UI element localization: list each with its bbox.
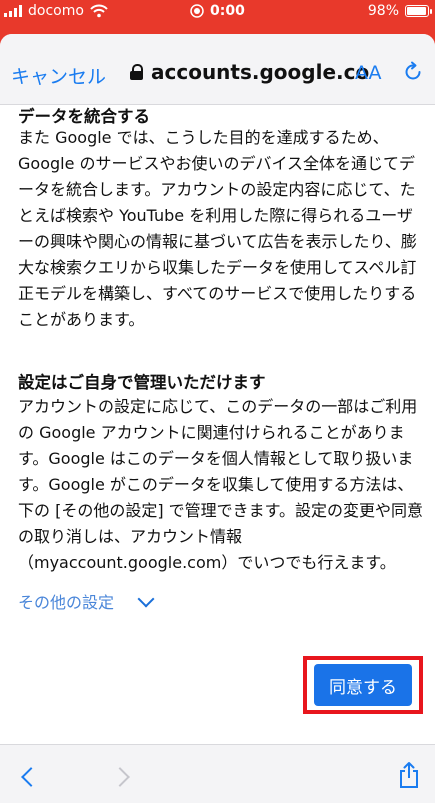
lock-icon <box>130 64 143 80</box>
browser-sheet: キャンセル accounts.google.co AA データを統合する また … <box>0 34 435 803</box>
browser-bottom-bar <box>0 744 435 803</box>
text-size-label: AA <box>355 62 382 84</box>
browser-toolbar: キャンセル accounts.google.co AA <box>0 34 435 105</box>
battery-fill <box>407 7 426 15</box>
section-title: 設定はご自身で管理いただけます <box>18 373 266 392</box>
text-size-button[interactable]: AA <box>355 62 382 84</box>
section-body: また Google では、こうした目的を達成するため、Google のサービスや… <box>18 128 417 329</box>
status-bar: docomo 0:00 98% <box>0 0 435 22</box>
cancel-button[interactable]: キャンセル <box>11 62 106 89</box>
reload-icon[interactable] <box>402 61 424 83</box>
chevron-down-icon <box>137 590 155 608</box>
address-bar[interactable]: accounts.google.co <box>130 60 369 84</box>
carrier-label: docomo <box>28 3 84 19</box>
battery-percent: 98% <box>367 3 399 19</box>
record-icon <box>190 4 204 18</box>
more-settings-link[interactable]: その他の設定 <box>18 589 155 613</box>
section-title: データを統合する <box>18 107 150 126</box>
back-icon[interactable] <box>21 767 41 787</box>
carrier-group: docomo <box>4 3 108 19</box>
forward-icon[interactable] <box>110 767 130 787</box>
agree-button[interactable]: 同意する <box>314 664 412 706</box>
battery-group: 98% <box>367 3 432 19</box>
clock-group: 0:00 <box>190 3 245 19</box>
more-settings-label: その他の設定 <box>18 593 115 612</box>
highlight-box: 同意する <box>303 656 423 714</box>
section-body: アカウントの設定に応じて、このデータの一部はご利用の Google アカウントに… <box>18 397 424 572</box>
share-icon[interactable] <box>397 761 421 789</box>
clock: 0:00 <box>210 3 245 19</box>
url-text: accounts.google.co <box>151 60 370 84</box>
wifi-icon <box>90 4 108 18</box>
signal-icon <box>4 5 22 17</box>
battery-icon <box>405 5 432 17</box>
